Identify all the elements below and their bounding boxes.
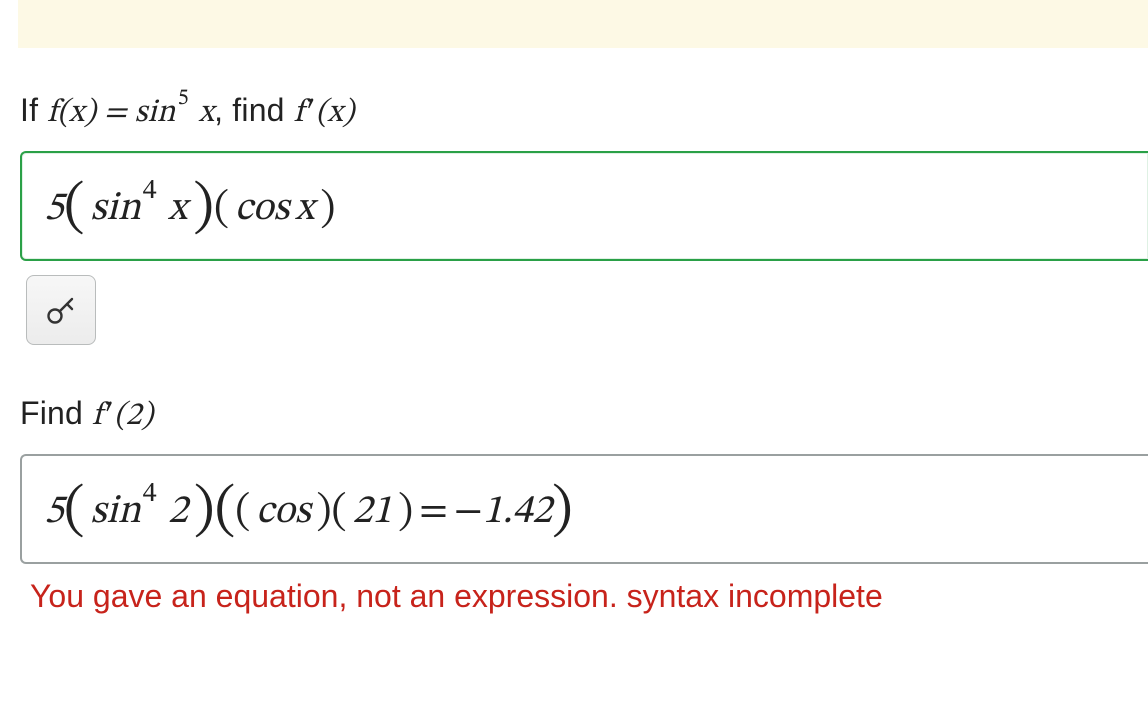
key-icon — [44, 293, 78, 327]
question-body: If f(x) = sin5 x, find f ′(x) 5(sin4 x)(… — [20, 92, 1148, 615]
math-key-button[interactable] — [26, 275, 96, 345]
answer-input-1[interactable]: 5(sin4 x)(cosx) — [20, 151, 1148, 261]
answer-input-2[interactable]: 5(sin4 2)((cos)(21)=−1.42) — [20, 454, 1148, 564]
prompt-1-rhs: f ′(x) — [294, 97, 355, 129]
answer-2-expression: 5(sin4 2)((cos)(21)=−1.42) — [44, 492, 573, 532]
prompt-1-prefix: If — [20, 92, 47, 128]
notice-banner — [18, 0, 1148, 48]
prompt-2-func: f ′(2) — [92, 400, 153, 432]
prompt-1-mid: , find — [214, 92, 294, 128]
prompt-1: If f(x) = sin5 x, find f ′(x) — [20, 92, 1148, 133]
prompt-2: Find f ′(2) — [20, 395, 1148, 436]
answer-1-expression: 5(sin4 x)(cosx) — [44, 189, 335, 229]
error-message: You gave an equation, not an expression.… — [30, 578, 1148, 615]
prompt-1-lhs: f(x) = sin5 x — [47, 97, 214, 129]
prompt-2-prefix: Find — [20, 395, 92, 431]
